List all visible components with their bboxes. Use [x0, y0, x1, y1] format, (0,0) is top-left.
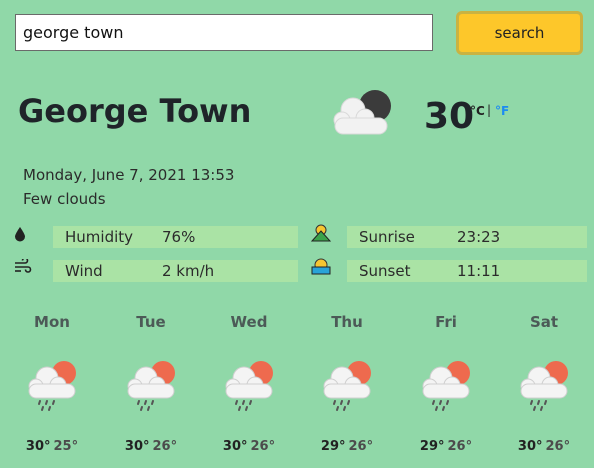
rain-cloud-sun-icon	[323, 361, 371, 411]
forecast-low: 26°	[348, 439, 374, 454]
fahrenheit-toggle[interactable]: °F	[495, 104, 509, 118]
rain-cloud-sun-icon	[422, 361, 470, 411]
forecast-day-name: Mon	[34, 313, 70, 331]
unit-separator: |	[487, 103, 492, 117]
forecast-day-name: Fri	[435, 313, 457, 331]
wind-icon	[15, 259, 32, 273]
date-time: Monday, June 7, 2021 13:53	[23, 166, 235, 184]
forecast-day: Mon 30° 25°	[12, 310, 92, 454]
weather-description: Few clouds	[23, 190, 106, 208]
rain-cloud-sun-icon	[520, 361, 568, 411]
humidity-value: 76%	[162, 228, 196, 246]
forecast-day-name: Thu	[331, 313, 363, 331]
forecast-temps: 30° 25°	[12, 439, 92, 454]
sunrise-value: 23:23	[457, 228, 501, 246]
forecast-temps: 30° 26°	[111, 439, 191, 454]
sunrise-icon	[311, 224, 331, 242]
forecast-low: 26°	[545, 439, 571, 454]
forecast-day: Thu 29° 26°	[307, 310, 387, 454]
sunrise-label: Sunrise	[359, 228, 415, 246]
wind-label: Wind	[65, 262, 103, 280]
forecast-temps: 29° 26°	[406, 439, 486, 454]
forecast-day-name: Sat	[529, 313, 559, 331]
forecast-day: Sat 30° 26°	[504, 310, 584, 454]
forecast-high: 30°	[25, 439, 51, 454]
forecast-low: 26°	[447, 439, 473, 454]
forecast-day: Tue 30° 26°	[111, 310, 191, 454]
forecast-high: 30°	[124, 439, 150, 454]
forecast-temps: 30° 26°	[504, 439, 584, 454]
celsius-toggle[interactable]: °C	[470, 104, 485, 118]
forecast-low: 26°	[250, 439, 276, 454]
sunset-label: Sunset	[359, 262, 411, 280]
sunset-value: 11:11	[457, 262, 501, 280]
rain-cloud-sun-icon	[225, 361, 273, 411]
cloud-moon-icon	[333, 90, 391, 135]
forecast-high: 30°	[222, 439, 248, 454]
wind-stat: Wind 2 km/h	[53, 260, 298, 282]
forecast-day: Fri 29° 26°	[406, 310, 486, 454]
forecast-temps: 29° 26°	[307, 439, 387, 454]
sunset-icon	[311, 258, 331, 275]
forecast-day-name: Tue	[136, 313, 166, 331]
forecast-high: 29°	[419, 439, 445, 454]
wind-value: 2 km/h	[162, 262, 215, 280]
forecast-high: 30°	[517, 439, 543, 454]
sunrise-stat: Sunrise 23:23	[347, 226, 587, 248]
humidity-label: Humidity	[65, 228, 134, 246]
search-input[interactable]	[15, 14, 433, 51]
current-temperature: 30	[424, 96, 475, 137]
forecast-temps: 30° 26°	[209, 439, 289, 454]
forecast-day: Wed 30° 26°	[209, 310, 289, 454]
sunset-stat: Sunset 11:11	[347, 260, 587, 282]
forecast-high: 29°	[320, 439, 346, 454]
humidity-stat: Humidity 76%	[53, 226, 298, 248]
city-name: George Town	[18, 92, 252, 130]
forecast-day-name: Wed	[230, 313, 268, 331]
search-button[interactable]: search	[456, 11, 583, 55]
rain-cloud-sun-icon	[28, 361, 76, 411]
forecast-low: 26°	[152, 439, 178, 454]
rain-cloud-sun-icon	[127, 361, 175, 411]
forecast-low: 25°	[53, 439, 79, 454]
water-drop-icon	[15, 227, 25, 242]
